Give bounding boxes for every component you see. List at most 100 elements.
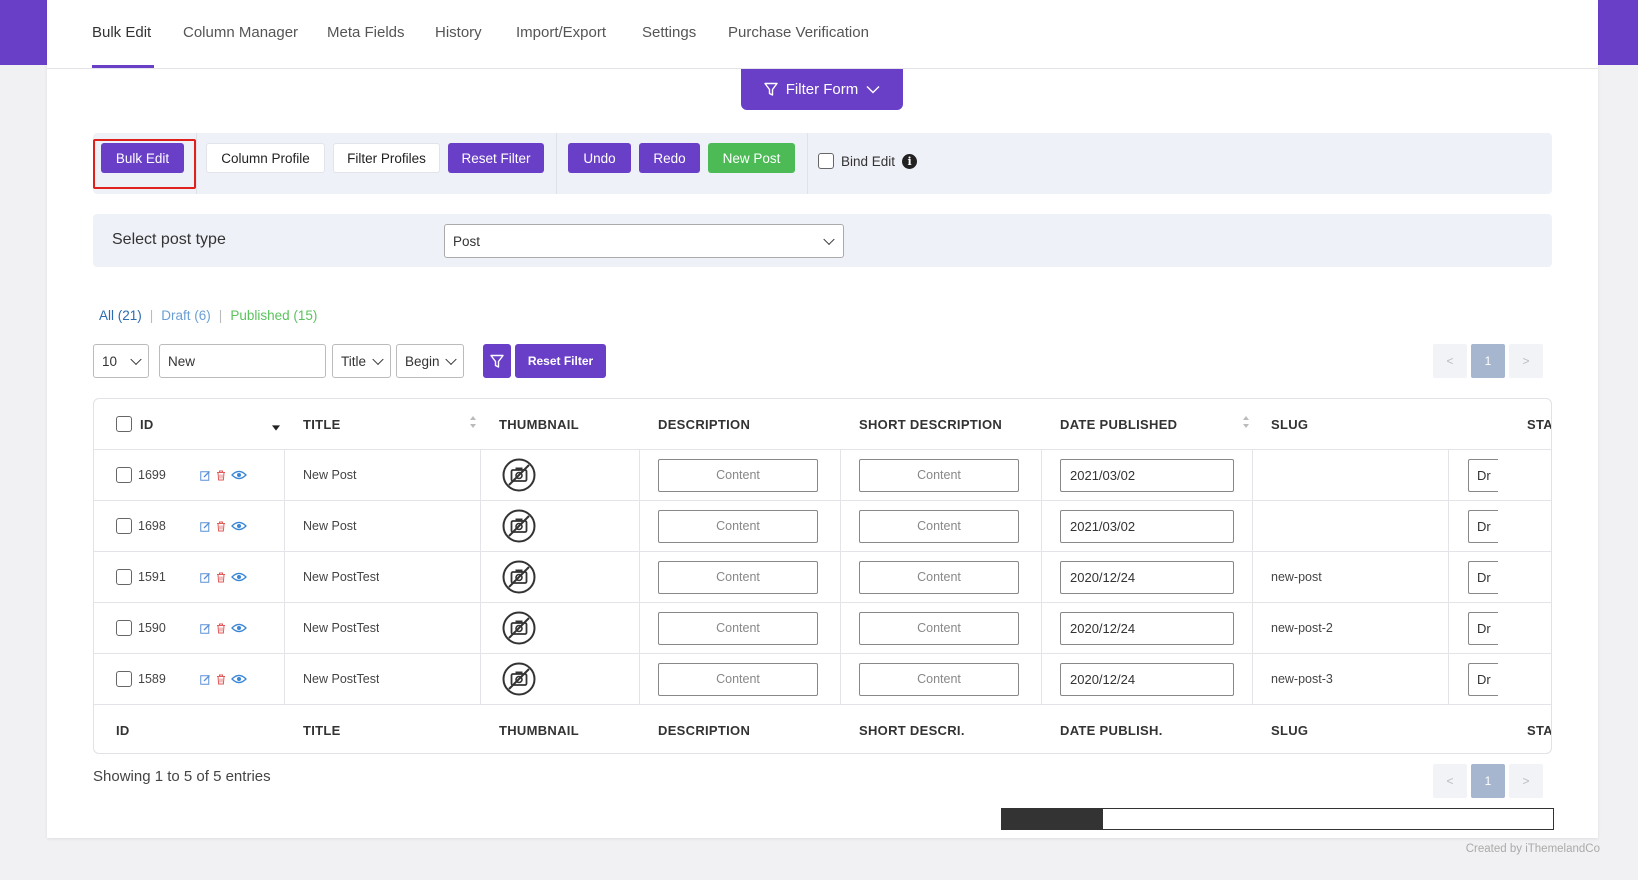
date-cell: 2020/12/24 <box>1060 552 1234 602</box>
edit-icon[interactable] <box>200 572 211 583</box>
row-title[interactable]: New PostTest <box>303 603 379 653</box>
date-published-input[interactable]: 2020/12/24 <box>1060 662 1234 696</box>
tab-history[interactable]: History <box>435 24 482 41</box>
row-title[interactable]: New PostTest <box>303 552 379 602</box>
quick-search-input[interactable]: New <box>159 344 326 378</box>
date-published-input[interactable]: 2020/12/24 <box>1060 560 1234 594</box>
short-description-button[interactable]: Content <box>859 458 1019 492</box>
prev-page-button[interactable]: < <box>1433 344 1467 378</box>
status-select[interactable]: Dr <box>1468 509 1498 543</box>
header-id[interactable]: ID <box>140 417 154 432</box>
edit-icon[interactable] <box>200 674 211 685</box>
filter-profiles-button[interactable]: Filter Profiles <box>333 143 440 173</box>
status-all-link[interactable]: All (21) <box>99 308 142 323</box>
next-page-button[interactable]: > <box>1509 344 1543 378</box>
page-1-button[interactable]: 1 <box>1471 764 1505 798</box>
status-cell: Dr <box>1468 552 1498 602</box>
row-checkbox[interactable] <box>116 518 132 534</box>
no-image-icon[interactable] <box>502 552 536 602</box>
column-profile-button[interactable]: Column Profile <box>206 143 325 173</box>
undo-button[interactable]: Undo <box>568 143 631 173</box>
redo-button[interactable]: Redo <box>639 143 700 173</box>
status-draft-link[interactable]: Draft (6) <box>161 308 211 323</box>
sort-icon[interactable] <box>1242 415 1250 429</box>
row-checkbox[interactable] <box>116 671 132 687</box>
eye-icon[interactable] <box>231 470 247 480</box>
sort-down-icon[interactable] <box>272 421 280 435</box>
quick-filter-button[interactable] <box>483 344 511 378</box>
description-button[interactable]: Content <box>658 560 818 594</box>
row-checkbox[interactable] <box>116 569 132 585</box>
match-mode-select[interactable]: Begin <box>396 344 464 378</box>
date-published-input[interactable]: 2020/12/24 <box>1060 611 1234 645</box>
description-button[interactable]: Content <box>658 662 818 696</box>
no-image-icon[interactable] <box>502 450 536 500</box>
footer-short-description: SHORT DESCRI. <box>859 722 965 738</box>
no-image-icon[interactable] <box>502 501 536 551</box>
short-description-button[interactable]: Content <box>859 560 1019 594</box>
bulk-edit-button[interactable]: Bulk Edit <box>101 143 184 173</box>
reset-filter-button[interactable]: Reset Filter <box>448 143 544 173</box>
info-icon[interactable]: i <box>902 153 918 169</box>
tab-settings[interactable]: Settings <box>642 24 696 41</box>
row-title[interactable]: New Post <box>303 501 357 551</box>
row-title[interactable]: New PostTest <box>303 654 379 704</box>
tab-purchase-verification[interactable]: Purchase Verification <box>728 24 869 41</box>
header-date-published[interactable]: DATE PUBLISHED <box>1060 399 1177 449</box>
trash-icon[interactable] <box>216 470 226 481</box>
tab-meta-fields[interactable]: Meta Fields <box>327 24 405 41</box>
short-description-button[interactable]: Content <box>859 662 1019 696</box>
search-field-select[interactable]: Title <box>332 344 391 378</box>
trash-icon[interactable] <box>216 521 226 532</box>
header-title[interactable]: TITLE <box>303 399 341 449</box>
tab-bulk-edit[interactable]: Bulk Edit <box>92 24 151 41</box>
no-image-icon[interactable] <box>502 603 536 653</box>
trash-icon[interactable] <box>216 623 226 634</box>
status-select[interactable]: Dr <box>1468 662 1498 696</box>
status-select[interactable]: Dr <box>1468 560 1498 594</box>
page-1-button[interactable]: 1 <box>1471 344 1505 378</box>
per-page-select[interactable]: 10 <box>93 344 149 378</box>
status-published-link[interactable]: Published (15) <box>230 308 317 323</box>
new-post-button[interactable]: New Post <box>708 143 795 173</box>
horizontal-scrollbar[interactable] <box>1001 808 1554 830</box>
description-button[interactable]: Content <box>658 458 818 492</box>
status-select[interactable]: Dr <box>1468 611 1498 645</box>
sort-icon[interactable] <box>469 415 477 429</box>
short-description-cell: Content <box>859 501 1019 551</box>
short-description-button[interactable]: Content <box>859 509 1019 543</box>
eye-icon[interactable] <box>231 674 247 684</box>
bind-edit-checkbox[interactable] <box>818 153 834 169</box>
status-select[interactable]: Dr <box>1468 458 1498 492</box>
eye-icon[interactable] <box>231 521 247 531</box>
short-description-button[interactable]: Content <box>859 611 1019 645</box>
edit-icon[interactable] <box>200 470 211 481</box>
filter-form-button[interactable]: Filter Form <box>741 69 903 110</box>
edit-icon[interactable] <box>200 521 211 532</box>
tab-column-manager[interactable]: Column Manager <box>183 24 298 41</box>
row-slug[interactable]: new-post-3 <box>1271 654 1333 704</box>
date-published-input[interactable]: 2021/03/02 <box>1060 509 1234 543</box>
eye-icon[interactable] <box>231 572 247 582</box>
select-all-checkbox[interactable] <box>116 416 132 432</box>
no-image-icon[interactable] <box>502 654 536 704</box>
description-button[interactable]: Content <box>658 611 818 645</box>
trash-icon[interactable] <box>216 674 226 685</box>
row-checkbox[interactable] <box>116 620 132 636</box>
description-cell: Content <box>658 450 818 500</box>
edit-icon[interactable] <box>200 623 211 634</box>
description-button[interactable]: Content <box>658 509 818 543</box>
trash-icon[interactable] <box>216 572 226 583</box>
row-slug[interactable]: new-post-2 <box>1271 603 1333 653</box>
eye-icon[interactable] <box>231 623 247 633</box>
scrollbar-thumb[interactable] <box>1002 809 1103 829</box>
post-type-select[interactable]: Post <box>444 224 844 258</box>
tab-import-export[interactable]: Import/Export <box>516 24 606 41</box>
date-published-input[interactable]: 2021/03/02 <box>1060 458 1234 492</box>
prev-page-button[interactable]: < <box>1433 764 1467 798</box>
quick-reset-filter-button[interactable]: Reset Filter <box>515 344 606 378</box>
row-title[interactable]: New Post <box>303 450 357 500</box>
next-page-button[interactable]: > <box>1509 764 1543 798</box>
row-checkbox[interactable] <box>116 467 132 483</box>
row-slug[interactable]: new-post <box>1271 552 1322 602</box>
